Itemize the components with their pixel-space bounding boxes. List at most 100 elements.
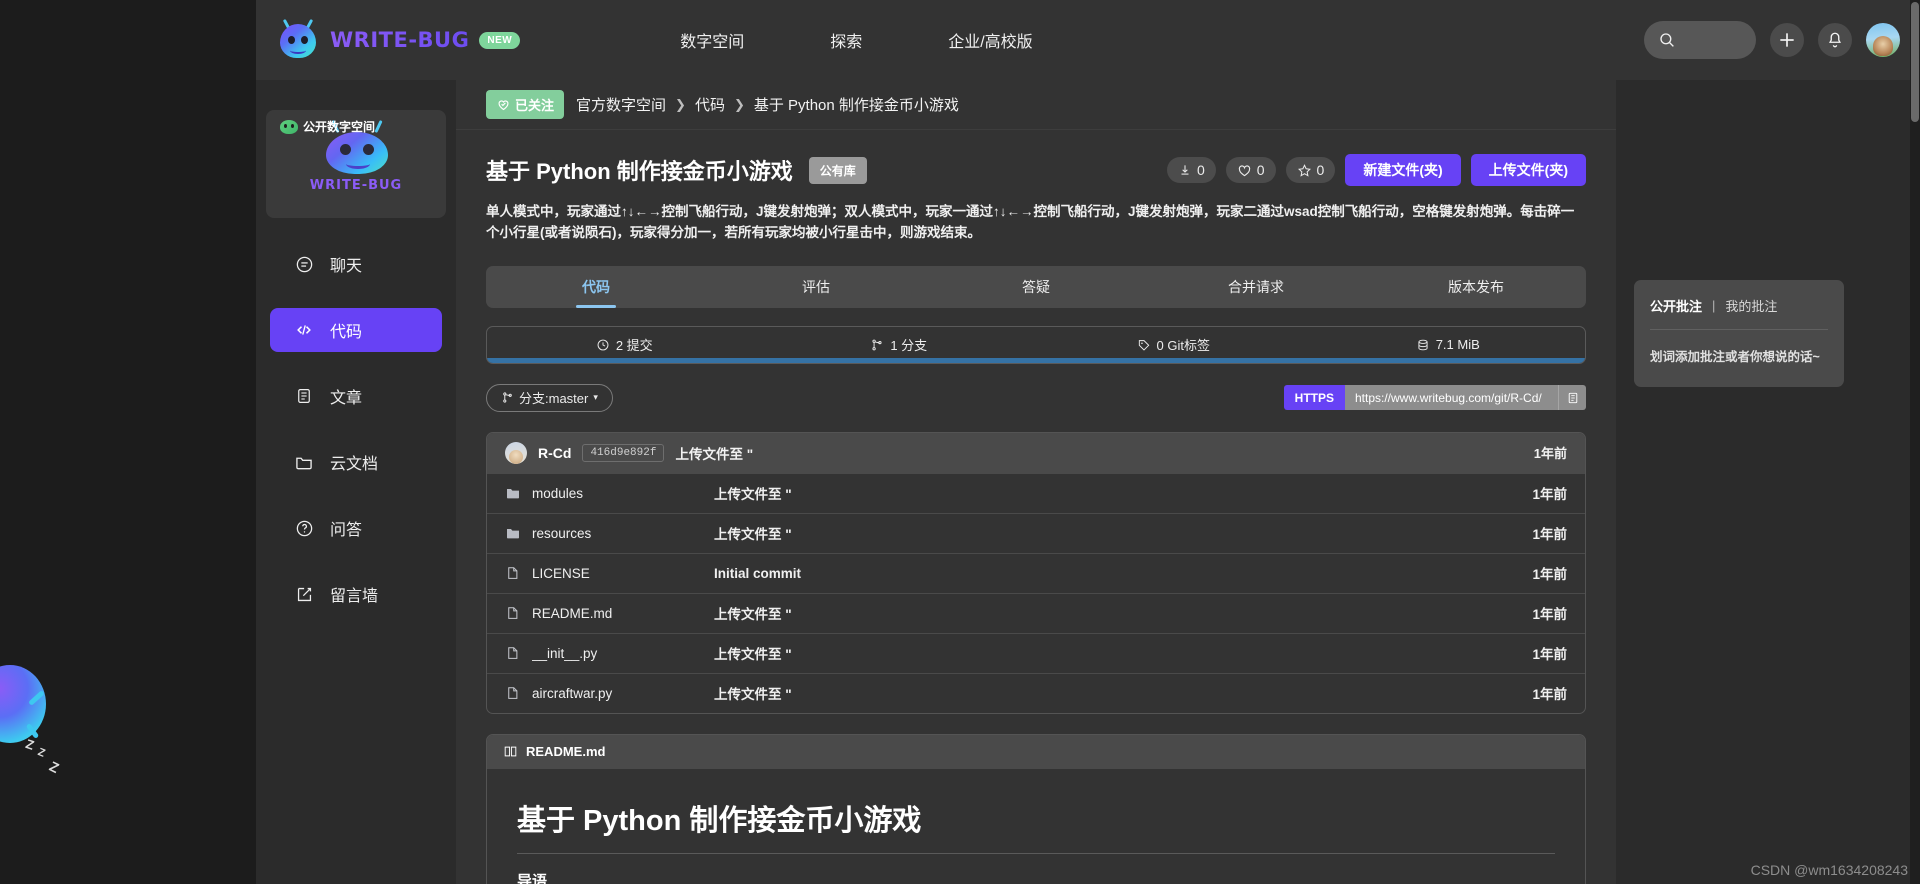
tab-qa[interactable]: 答疑 xyxy=(926,266,1146,308)
folder-icon xyxy=(505,485,521,501)
avatar[interactable] xyxy=(1866,23,1900,57)
follow-badge[interactable]: 已关注 xyxy=(486,90,565,119)
size-stat-label: 7.1 MiB xyxy=(1435,337,1480,353)
sidebar-item-qa[interactable]: 问答 xyxy=(270,506,442,550)
branch-icon xyxy=(503,392,512,403)
nav-item-enterprise[interactable]: 企业/高校版 xyxy=(948,28,1032,52)
book-icon xyxy=(504,747,517,757)
sidebar-item-label: 文章 xyxy=(330,390,363,407)
like-count[interactable]: 0 xyxy=(1225,157,1276,183)
notes-tabs: 公开批注 | 我的批注 xyxy=(1650,296,1828,315)
commit-hash[interactable]: 416d9e892f xyxy=(582,443,665,462)
breadcrumb-item-repo[interactable]: 基于 Python 制作接金币小游戏 xyxy=(754,94,959,115)
upload-file-button[interactable]: 上传文件(夹) xyxy=(1470,154,1586,186)
file-time: 1年前 xyxy=(1532,567,1567,583)
sidebar-item-message-wall[interactable]: 留言墙 xyxy=(270,572,442,616)
clone-url-field[interactable]: https://www.writebug.com/git/R-Cd/ xyxy=(1345,385,1558,411)
readme-heading-2: 导语 xyxy=(517,872,548,884)
readme-panel: README.md 基于 Python 制作接金币小游戏 导语 xyxy=(486,733,1586,884)
star-count[interactable]: 0 xyxy=(1285,157,1336,183)
add-button[interactable] xyxy=(1770,23,1804,57)
repo-actions: 0 0 0 新建文件(夹) 上传文件(夹) xyxy=(1166,154,1586,186)
avatar[interactable] xyxy=(505,441,527,464)
brand-logo[interactable]: WRITE-BUG NEW xyxy=(276,18,521,60)
file-commit-message: 上传文件至 " xyxy=(714,607,792,623)
tab-code[interactable]: 代码 xyxy=(486,266,706,308)
file-time: 1年前 xyxy=(1532,487,1567,503)
branch-selector-label: 分支:master xyxy=(519,391,589,407)
copy-url-button[interactable] xyxy=(1558,385,1586,411)
app-header: WRITE-BUG NEW 数字空间 探索 企业/高校版 xyxy=(256,0,1920,80)
sidebar-item-article[interactable]: 文章 xyxy=(270,374,442,418)
readme-heading-1: 基于 Python 制作接金币小游戏 xyxy=(517,797,1555,854)
file-commit-message: 上传文件至 " xyxy=(714,527,792,543)
repo-stats-bar: 2 提交 1 分支 0 Git标签 7.1 MiB xyxy=(486,325,1586,364)
readme-header: README.md xyxy=(487,734,1585,769)
folder-icon xyxy=(294,452,314,472)
file-time: 1年前 xyxy=(1532,527,1567,543)
page-scrollbar[interactable] xyxy=(1910,0,1920,884)
divider xyxy=(1650,329,1828,330)
table-row[interactable]: aircraftwar.py 上传文件至 " 1年前 xyxy=(487,672,1585,713)
scrollbar-thumb[interactable] xyxy=(1911,2,1919,122)
language-bar xyxy=(487,357,1585,363)
heart-icon xyxy=(1238,164,1250,176)
notes-hint: 划词添加批注或者你想说的话~ xyxy=(1650,350,1820,364)
copy-icon xyxy=(1568,392,1577,403)
nav-item-explore[interactable]: 探索 xyxy=(830,28,862,52)
new-file-button[interactable]: 新建文件(夹) xyxy=(1345,154,1461,186)
heart-check-icon xyxy=(498,100,509,111)
commit-author[interactable]: R-Cd xyxy=(538,445,571,461)
chevron-right-icon: ❯ xyxy=(733,96,745,112)
table-row[interactable]: modules 上传文件至 " 1年前 xyxy=(487,472,1585,513)
writebug-bug-icon xyxy=(276,18,320,60)
download-count[interactable]: 0 xyxy=(1166,157,1216,183)
main-content: 已关注 官方数字空间 ❯ 代码 ❯ 基于 Python 制作接金币小游戏 基于 … xyxy=(456,80,1616,884)
new-badge: NEW xyxy=(479,31,521,49)
tab-release[interactable]: 版本发布 xyxy=(1366,266,1586,308)
latest-commit-row: R-Cd 416d9e892f 上传文件至 " 1年前 xyxy=(487,432,1585,473)
article-icon xyxy=(294,386,314,406)
sidebar-nav: 聊天 代码 文章 云文档 问答 留言墙 xyxy=(256,242,456,616)
nav-item-digital-space[interactable]: 数字空间 xyxy=(680,28,744,52)
sidebar-item-code[interactable]: 代码 xyxy=(270,308,442,352)
commit-message: 上传文件至 " xyxy=(675,446,754,462)
sidebar-item-label: 留言墙 xyxy=(330,588,379,605)
follow-badge-label: 已关注 xyxy=(515,98,555,113)
tab-public-notes[interactable]: 公开批注 xyxy=(1650,296,1702,315)
file-time: 1年前 xyxy=(1532,607,1567,623)
branch-selector[interactable]: 分支:master ▾ xyxy=(486,383,613,412)
clone-protocol-button[interactable]: HTTPS xyxy=(1283,385,1345,411)
main-nav: 数字空间 探索 企业/高校版 xyxy=(680,28,1032,52)
sidebar-item-cloud-doc[interactable]: 云文档 xyxy=(270,440,442,484)
watermark: CSDN @wm1634208243 xyxy=(1750,862,1908,878)
table-row[interactable]: resources 上传文件至 " 1年前 xyxy=(487,512,1585,553)
sleeping-mascot-icon: Z Z Z xyxy=(0,665,74,776)
breadcrumb-item-code[interactable]: 代码 xyxy=(695,94,725,115)
tab-merge-request[interactable]: 合并请求 xyxy=(1146,266,1366,308)
file-icon xyxy=(505,605,521,621)
tab-evaluation[interactable]: 评估 xyxy=(706,266,926,308)
file-name: modules xyxy=(532,485,584,501)
file-commit-message: Initial commit xyxy=(714,565,802,581)
space-tag-label: 公开数字空间 xyxy=(303,120,376,134)
header-actions xyxy=(1644,21,1900,59)
commits-stat[interactable]: 2 提交 xyxy=(487,335,762,354)
table-row[interactable]: LICENSE Initial commit 1年前 xyxy=(487,552,1585,593)
search-icon xyxy=(1660,33,1674,47)
table-row[interactable]: README.md 上传文件至 " 1年前 xyxy=(487,592,1585,633)
size-stat[interactable]: 7.1 MiB xyxy=(1311,337,1586,352)
search-input[interactable] xyxy=(1644,21,1756,59)
breadcrumb-item-space[interactable]: 官方数字空间 xyxy=(576,94,666,115)
space-card[interactable]: 公开数字空间 WRITE-BUG xyxy=(266,110,446,218)
breadcrumb: 已关注 官方数字空间 ❯ 代码 ❯ 基于 Python 制作接金币小游戏 xyxy=(456,80,1616,130)
chat-icon xyxy=(294,254,314,274)
clone-row: 分支:master ▾ HTTPS https://www.writebug.c… xyxy=(486,383,1586,412)
tab-my-notes[interactable]: 我的批注 xyxy=(1725,296,1777,315)
tags-stat[interactable]: 0 Git标签 xyxy=(1036,335,1311,354)
notifications-button[interactable] xyxy=(1818,23,1852,57)
sidebar-item-label: 问答 xyxy=(330,522,363,539)
table-row[interactable]: __init__.py 上传文件至 " 1年前 xyxy=(487,632,1585,673)
sidebar-item-chat[interactable]: 聊天 xyxy=(270,242,442,286)
branches-stat[interactable]: 1 分支 xyxy=(762,335,1037,354)
